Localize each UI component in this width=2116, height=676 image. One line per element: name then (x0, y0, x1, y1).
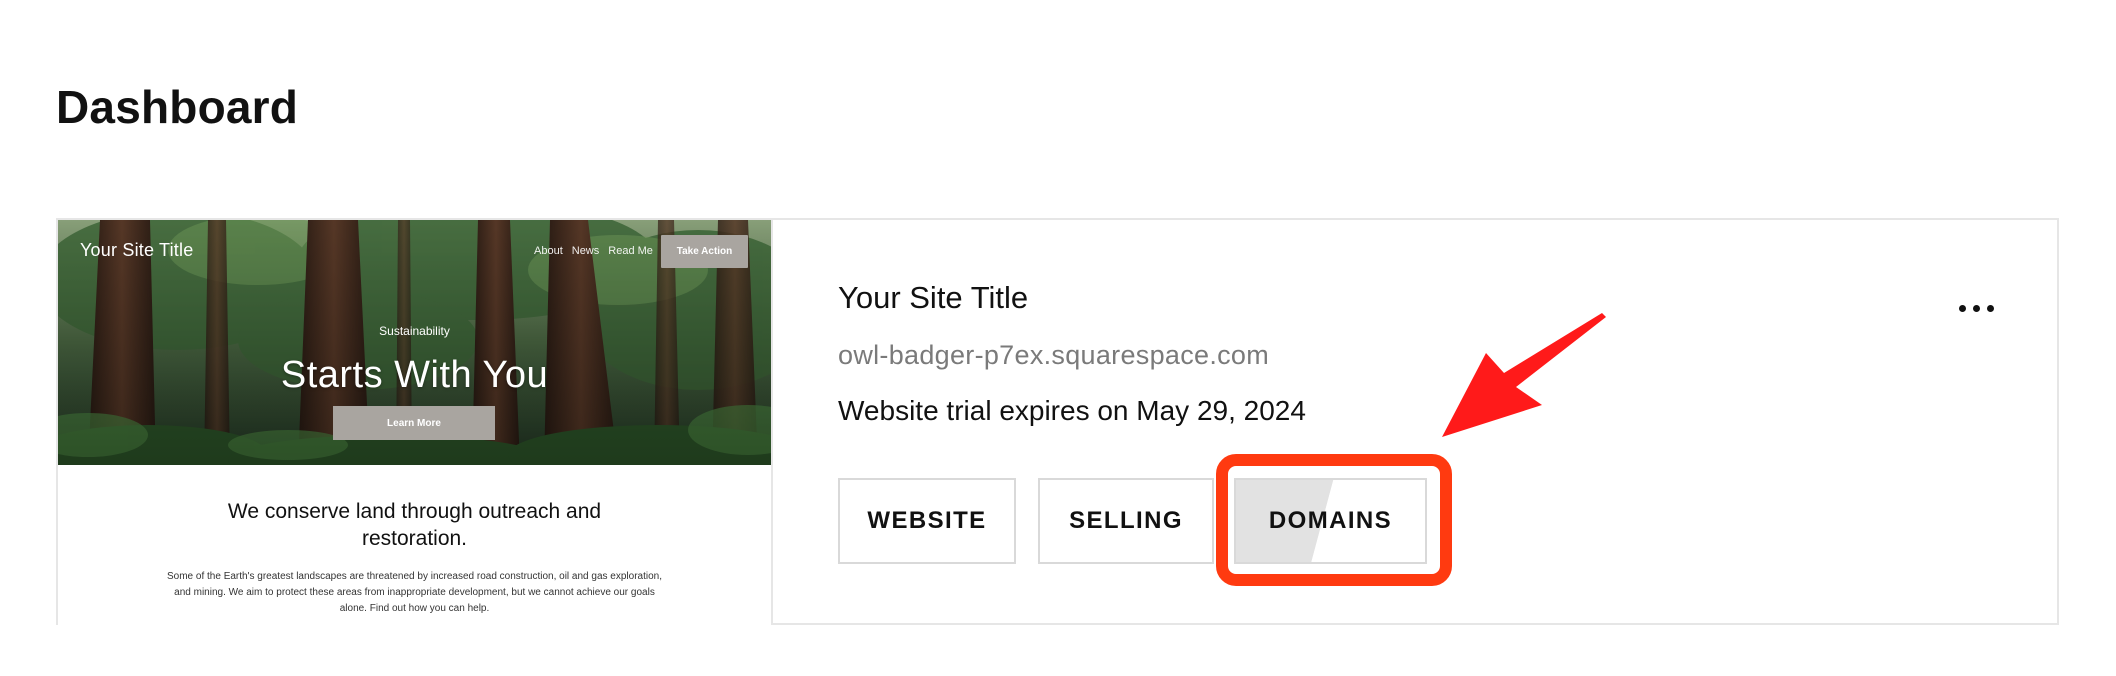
more-horizontal-icon (1958, 304, 1966, 312)
more-horizontal-icon-dot (1986, 304, 1994, 312)
thumbnail-hero-kicker: Sustainability (379, 324, 450, 338)
thumbnail-paragraph: Some of the Earth's greatest landscapes … (167, 571, 662, 614)
more-horizontal-icon-dot (1972, 304, 1980, 312)
thumbnail-take-action-button: Take Action (661, 235, 748, 268)
thumbnail-nav: About News Read Me (534, 245, 653, 257)
thumbnail-nav-read-me: Read Me (608, 245, 653, 257)
site-domain: owl-badger-p7ex.squarespace.com (838, 340, 1270, 370)
website-button[interactable]: WEBSITE (838, 478, 1016, 564)
thumbnail-heading: We conserve land through outreach and re… (227, 500, 602, 550)
thumbnail-body: We conserve land through outreach and re… (58, 465, 771, 625)
thumbnail-hero: Your Site Title About News Read Me Take … (58, 220, 771, 465)
thumbnail-learn-more-button: Learn More (333, 406, 495, 440)
trial-expiry-text: Website trial expires on May 29, 2024 (838, 395, 1306, 426)
selling-button[interactable]: SELLING (1038, 478, 1214, 564)
site-title: Your Site Title (838, 280, 1029, 315)
annotation-arrow-icon (1442, 313, 1606, 437)
site-card: Your Site Title About News Read Me Take … (56, 218, 2059, 625)
page-title: Dashboard (56, 81, 299, 133)
more-options-button[interactable] (1946, 288, 2006, 328)
thumbnail-nav-news: News (571, 245, 600, 257)
site-thumbnail[interactable]: Your Site Title About News Read Me Take … (58, 220, 773, 625)
thumbnail-nav-about: About (534, 245, 563, 257)
thumbnail-hero-title: Starts With You (280, 354, 549, 396)
thumbnail-site-title: Your Site Title (80, 240, 194, 260)
domains-button-label: DOMAINS (1268, 507, 1393, 534)
domains-button[interactable]: DOMAINS (1234, 478, 1427, 564)
